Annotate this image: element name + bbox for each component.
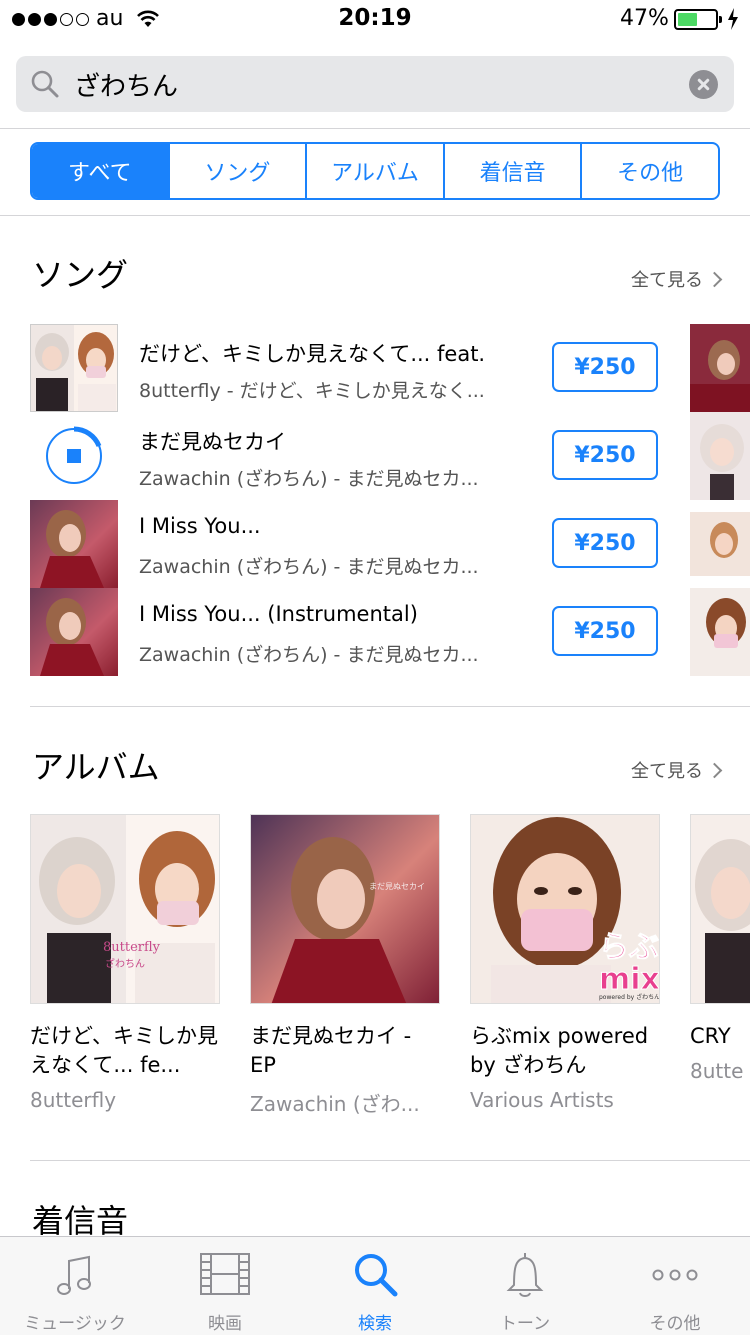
album-title: CRY — [690, 1024, 731, 1048]
album-artist: 8utte — [690, 1059, 744, 1083]
tabbar-label: トーン — [499, 1314, 551, 1334]
buy-button[interactable]: ¥250 — [552, 430, 658, 480]
divider — [30, 1160, 750, 1161]
see-all-label: 全て見る — [631, 761, 703, 782]
search-input[interactable] — [74, 64, 674, 104]
clear-icon[interactable] — [689, 70, 718, 99]
album-artist: 8utterfly — [30, 1088, 117, 1112]
tabbar-label: その他 — [649, 1314, 701, 1334]
film-icon — [200, 1253, 250, 1295]
tabbar-label: 検索 — [358, 1314, 392, 1334]
song-subtitle: Zawachin (ざわちん) - まだ見ぬセカ... — [139, 556, 479, 578]
album-cover-powered: powered by ざわちん — [599, 993, 660, 1001]
song-artwork — [30, 588, 118, 676]
tab-albums[interactable]: アルバム — [305, 144, 443, 198]
tabbar-item-music[interactable]: ミュージック — [0, 1237, 150, 1335]
buy-button[interactable]: ¥250 — [552, 518, 658, 568]
next-page-artwork — [690, 324, 750, 412]
more-icon — [652, 1269, 698, 1281]
album-card[interactable]: らぶ mix powered by ざわちん らぶmix powered by … — [470, 814, 660, 1112]
album-cover-logo: らぶ — [599, 930, 659, 965]
song-title: I Miss You... — [139, 514, 261, 538]
next-page-artwork — [690, 500, 750, 588]
album-cover: 8utterfly ざわちん — [30, 814, 220, 1004]
tabbar-label: ミュージック — [24, 1314, 126, 1334]
album-title: らぶmix powered by ざわちん — [470, 1024, 649, 1077]
tab-all[interactable]: すべて — [32, 144, 168, 198]
tabbar-item-movies[interactable]: 映画 — [150, 1237, 300, 1335]
bell-icon — [506, 1253, 544, 1297]
album-cover: まだ見ぬセカイ — [250, 814, 440, 1004]
tabbar-item-tones[interactable]: トーン — [450, 1237, 600, 1335]
tabbar-label: 映画 — [208, 1314, 242, 1334]
song-subtitle: Zawachin (ざわちん) - まだ見ぬセカ... — [139, 644, 479, 666]
song-row[interactable]: まだ見ぬセカイ Zawachin (ざわちん) - まだ見ぬセカ... ¥250 — [30, 412, 670, 500]
tab-bar: ミュージック 映画 検索 トーン その他 — [0, 1236, 750, 1335]
album-card[interactable]: CRY 8utte — [690, 814, 750, 1083]
magnifier-icon — [31, 70, 59, 98]
song-row[interactable]: I Miss You... Zawachin (ざわちん) - まだ見ぬセカ..… — [30, 500, 670, 588]
album-artist: Various Artists — [470, 1088, 614, 1112]
song-row[interactable]: I Miss You... (Instrumental) Zawachin (ざ… — [30, 588, 670, 676]
song-artwork — [30, 324, 118, 412]
chevron-right-icon — [706, 762, 723, 778]
status-bar: au 20:19 47% — [0, 0, 750, 40]
search-bar[interactable] — [16, 56, 734, 112]
album-cover — [690, 814, 750, 1004]
album-cover-logo: 8utterfly — [103, 940, 161, 955]
album-card[interactable]: まだ見ぬセカイ まだ見ぬセカイ - EP Zawachin (ざわ... — [250, 814, 440, 1117]
song-title: I Miss You... (Instrumental) — [139, 602, 418, 626]
album-cover-logo-mix: mix — [599, 962, 660, 997]
battery-percent: 47% — [620, 6, 669, 31]
divider — [0, 215, 750, 216]
album-artist: Zawachin (ざわ... — [250, 1092, 420, 1116]
music-note-icon — [57, 1255, 91, 1295]
search-icon — [355, 1254, 398, 1297]
song-title: まだ見ぬセカイ — [139, 430, 286, 454]
battery-icon — [674, 9, 722, 30]
song-subtitle: 8utterfly - だけど、キミしか見えなく... — [139, 380, 485, 402]
category-segmented-control: すべて ソング アルバム 着信音 その他 — [30, 142, 720, 200]
album-card[interactable]: 8utterfly ざわちん だけど、キミしか見えなくて... fe... 8u… — [30, 814, 220, 1112]
songs-see-all-link[interactable]: 全て見る — [631, 266, 723, 292]
download-progress-icon[interactable] — [30, 412, 118, 500]
song-title: だけど、キミしか見えなくて... feat. — [139, 342, 486, 366]
buy-button[interactable]: ¥250 — [552, 342, 658, 392]
see-all-label: 全て見る — [631, 270, 703, 291]
song-subtitle: Zawachin (ざわちん) - まだ見ぬセカ... — [139, 468, 479, 490]
album-cover-caption: まだ見ぬセカイ — [369, 882, 425, 891]
albums-section-title: アルバム — [32, 748, 160, 786]
song-row[interactable]: だけど、キミしか見えなくて... feat. 8utterfly - だけど、キ… — [30, 324, 670, 412]
albums-see-all-link[interactable]: 全て見る — [631, 757, 723, 783]
tabbar-item-more[interactable]: その他 — [600, 1237, 750, 1335]
tab-songs[interactable]: ソング — [167, 144, 306, 198]
tab-other[interactable]: その他 — [580, 144, 718, 198]
next-page-artwork — [690, 588, 750, 676]
song-artwork — [30, 500, 118, 588]
album-cover-subtext: ざわちん — [105, 957, 145, 970]
divider — [30, 706, 750, 707]
tab-ringtones[interactable]: 着信音 — [442, 144, 581, 198]
buy-button[interactable]: ¥250 — [552, 606, 658, 656]
album-title: だけど、キミしか見えなくて... fe... — [30, 1024, 218, 1077]
album-title: まだ見ぬセカイ - EP — [250, 1024, 412, 1077]
charging-bolt-icon — [728, 8, 738, 30]
album-cover: らぶ mix powered by ざわちん — [470, 814, 660, 1004]
songs-section-title: ソング — [32, 256, 129, 294]
divider — [0, 128, 750, 129]
tabbar-item-search[interactable]: 検索 — [300, 1237, 450, 1335]
next-page-artwork — [690, 412, 750, 500]
chevron-right-icon — [706, 271, 723, 287]
